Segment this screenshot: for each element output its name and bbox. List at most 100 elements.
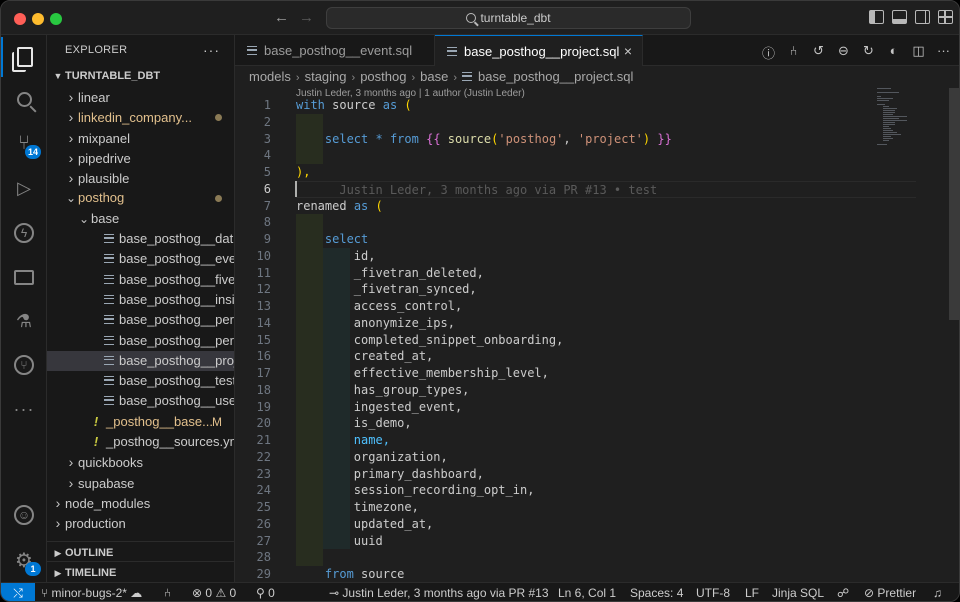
code-line[interactable]: Justin Leder, 3 months ago via PR #13 • … [296, 180, 916, 198]
remote-explorer-activity[interactable] [1, 257, 47, 297]
code-line[interactable]: organization, [296, 449, 916, 466]
folder-item[interactable]: › node_modules [47, 493, 234, 513]
code-line[interactable]: name, [296, 432, 916, 449]
more-activity[interactable]: ··· [1, 389, 47, 429]
minimap[interactable] [873, 88, 943, 148]
code-line[interactable]: ), [296, 164, 916, 181]
code-line[interactable]: _fivetran_synced, [296, 281, 916, 298]
folder-item[interactable]: › supabase [47, 473, 234, 493]
search-activity[interactable] [1, 79, 47, 119]
notifications-bell-icon[interactable]: ♫ [933, 583, 942, 601]
next-change-icon[interactable]: ↻ [861, 43, 876, 62]
folder-item[interactable]: › plausible [47, 168, 234, 188]
testing-activity[interactable]: ⚗ [1, 301, 47, 341]
folder-item[interactable]: › linkedin_company... [47, 107, 234, 127]
explorer-activity[interactable] [1, 37, 47, 77]
toggle-secondary-sidebar-icon[interactable] [915, 10, 930, 24]
lightning-activity[interactable]: ϟ [1, 213, 47, 253]
file-item[interactable]: base_posthog__five... [47, 270, 234, 290]
code-line[interactable]: with source as ( [296, 97, 916, 114]
code-line[interactable]: uuid [296, 533, 916, 550]
blame-indicator[interactable]: ⊸ Justin Leder, 3 months ago via PR #13 [329, 583, 549, 601]
command-center-search[interactable]: turntable_dbt [326, 7, 691, 29]
file-item[interactable]: base_posthog__proj... [47, 350, 234, 372]
git-graph-activity[interactable]: ⑂ [1, 345, 47, 385]
previous-change-icon[interactable]: ⊖ [836, 43, 851, 62]
dbt-run-icon[interactable]: ◐ [886, 43, 901, 62]
folder-item[interactable]: › quickbooks [47, 452, 234, 472]
encoding[interactable]: UTF-8 [696, 583, 730, 601]
file-item[interactable]: base_posthog__test... [47, 371, 234, 391]
forward-arrow-icon[interactable]: → [299, 9, 314, 26]
code-line[interactable]: _fivetran_deleted, [296, 265, 916, 282]
explorer-more-icon[interactable]: ··· [203, 35, 220, 65]
code-line[interactable]: session_recording_opt_in, [296, 482, 916, 499]
toggle-panel-icon[interactable] [892, 10, 907, 24]
code-line[interactable]: select [296, 231, 916, 248]
folder-item[interactable]: › linear [47, 87, 234, 107]
manage-activity[interactable]: ⚙ 1 [1, 540, 47, 580]
code-line[interactable]: select * from {{ source('posthog', 'proj… [296, 131, 916, 148]
code-line[interactable]: primary_dashboard, [296, 466, 916, 483]
file-item[interactable]: base_posthog__per... [47, 310, 234, 330]
code-line[interactable]: completed_snippet_onboarding, [296, 332, 916, 349]
breadcrumb-item[interactable]: posthog [360, 69, 406, 84]
info-icon[interactable]: ⓘ [761, 43, 776, 62]
code-line[interactable]: updated_at, [296, 516, 916, 533]
breadcrumb-item[interactable]: models [249, 69, 291, 84]
indentation[interactable]: Spaces: 4 [630, 583, 683, 601]
open-changes-icon[interactable]: ↺ [811, 43, 826, 62]
language-mode[interactable]: Jinja SQL [772, 583, 824, 601]
code-line[interactable]: anonymize_ips, [296, 315, 916, 332]
file-item[interactable]: base_posthog__insi... [47, 290, 234, 310]
folder-item[interactable]: › mixpanel [47, 128, 234, 148]
zoom-window-button[interactable] [50, 13, 62, 25]
git-graph-status[interactable]: ⑃ [164, 583, 171, 601]
code-line[interactable]: ingested_event, [296, 399, 916, 416]
code-line[interactable]: access_control, [296, 298, 916, 315]
copilot-icon[interactable]: ☍ [837, 583, 849, 601]
file-item[interactable]: ! _posthog__base... M [47, 412, 234, 432]
breadcrumb-item[interactable]: base_posthog__project.sql [478, 69, 633, 84]
lineage-icon[interactable]: ⑃ [786, 43, 801, 62]
back-arrow-icon[interactable]: ← [274, 9, 289, 26]
close-window-button[interactable] [14, 13, 26, 25]
remote-indicator[interactable]: ⤭ [1, 583, 35, 601]
split-editor-icon[interactable]: ◫ [911, 43, 926, 62]
file-item[interactable]: base_posthog__eve... [47, 249, 234, 269]
file-item[interactable]: base_posthog__use... [47, 391, 234, 411]
folder-item[interactable]: › production [47, 513, 234, 533]
file-item[interactable]: base_posthog__dat... [47, 229, 234, 249]
code-editor[interactable]: Justin Leder, 3 months ago | 1 author (J… [235, 88, 959, 582]
tab-base-posthog-project[interactable]: base_posthog__project.sql × [435, 35, 643, 66]
customize-layout-icon[interactable] [938, 10, 953, 24]
source-control-activity[interactable]: ⑂ 14 [1, 123, 47, 163]
accounts-activity[interactable]: ☺ [1, 495, 47, 535]
minimize-window-button[interactable] [32, 13, 44, 25]
more-actions-icon[interactable]: ··· [936, 43, 951, 62]
breadcrumb-item[interactable]: base [420, 69, 448, 84]
folder-item[interactable]: ⌄ base [47, 209, 234, 229]
folder-item[interactable]: ⌄ posthog [47, 188, 234, 208]
code-line[interactable]: effective_membership_level, [296, 365, 916, 382]
editor-scrollbar[interactable] [947, 88, 959, 582]
code-line[interactable]: created_at, [296, 348, 916, 365]
timeline-section[interactable]: ▶ TIMELINE [47, 561, 234, 582]
code-line[interactable]: from source [296, 566, 916, 582]
workspace-root[interactable]: ▼ TURNTABLE_DBT [47, 65, 234, 87]
branch-indicator[interactable]: ⑂ minor-bugs-2* ☁ [41, 583, 142, 601]
toggle-primary-sidebar-icon[interactable] [869, 10, 884, 24]
code-line[interactable]: is_demo, [296, 415, 916, 432]
cursor-position[interactable]: Ln 6, Col 1 [558, 583, 616, 601]
folder-item[interactable]: › pipedrive [47, 148, 234, 168]
prettier-indicator[interactable]: ⊘ Prettier [864, 583, 916, 601]
problems-indicator[interactable]: ⊗ 0 ⚠ 0 [192, 583, 236, 601]
close-tab-icon[interactable]: × [624, 36, 632, 67]
end-of-line[interactable]: LF [745, 583, 759, 601]
code-line[interactable]: id, [296, 248, 916, 265]
file-item[interactable]: base_posthog__per... [47, 331, 234, 351]
code-line[interactable]: renamed as ( [296, 198, 916, 215]
breadcrumb-item[interactable]: staging [305, 69, 347, 84]
code-line[interactable]: has_group_types, [296, 382, 916, 399]
scroll-thumb[interactable] [949, 88, 959, 320]
